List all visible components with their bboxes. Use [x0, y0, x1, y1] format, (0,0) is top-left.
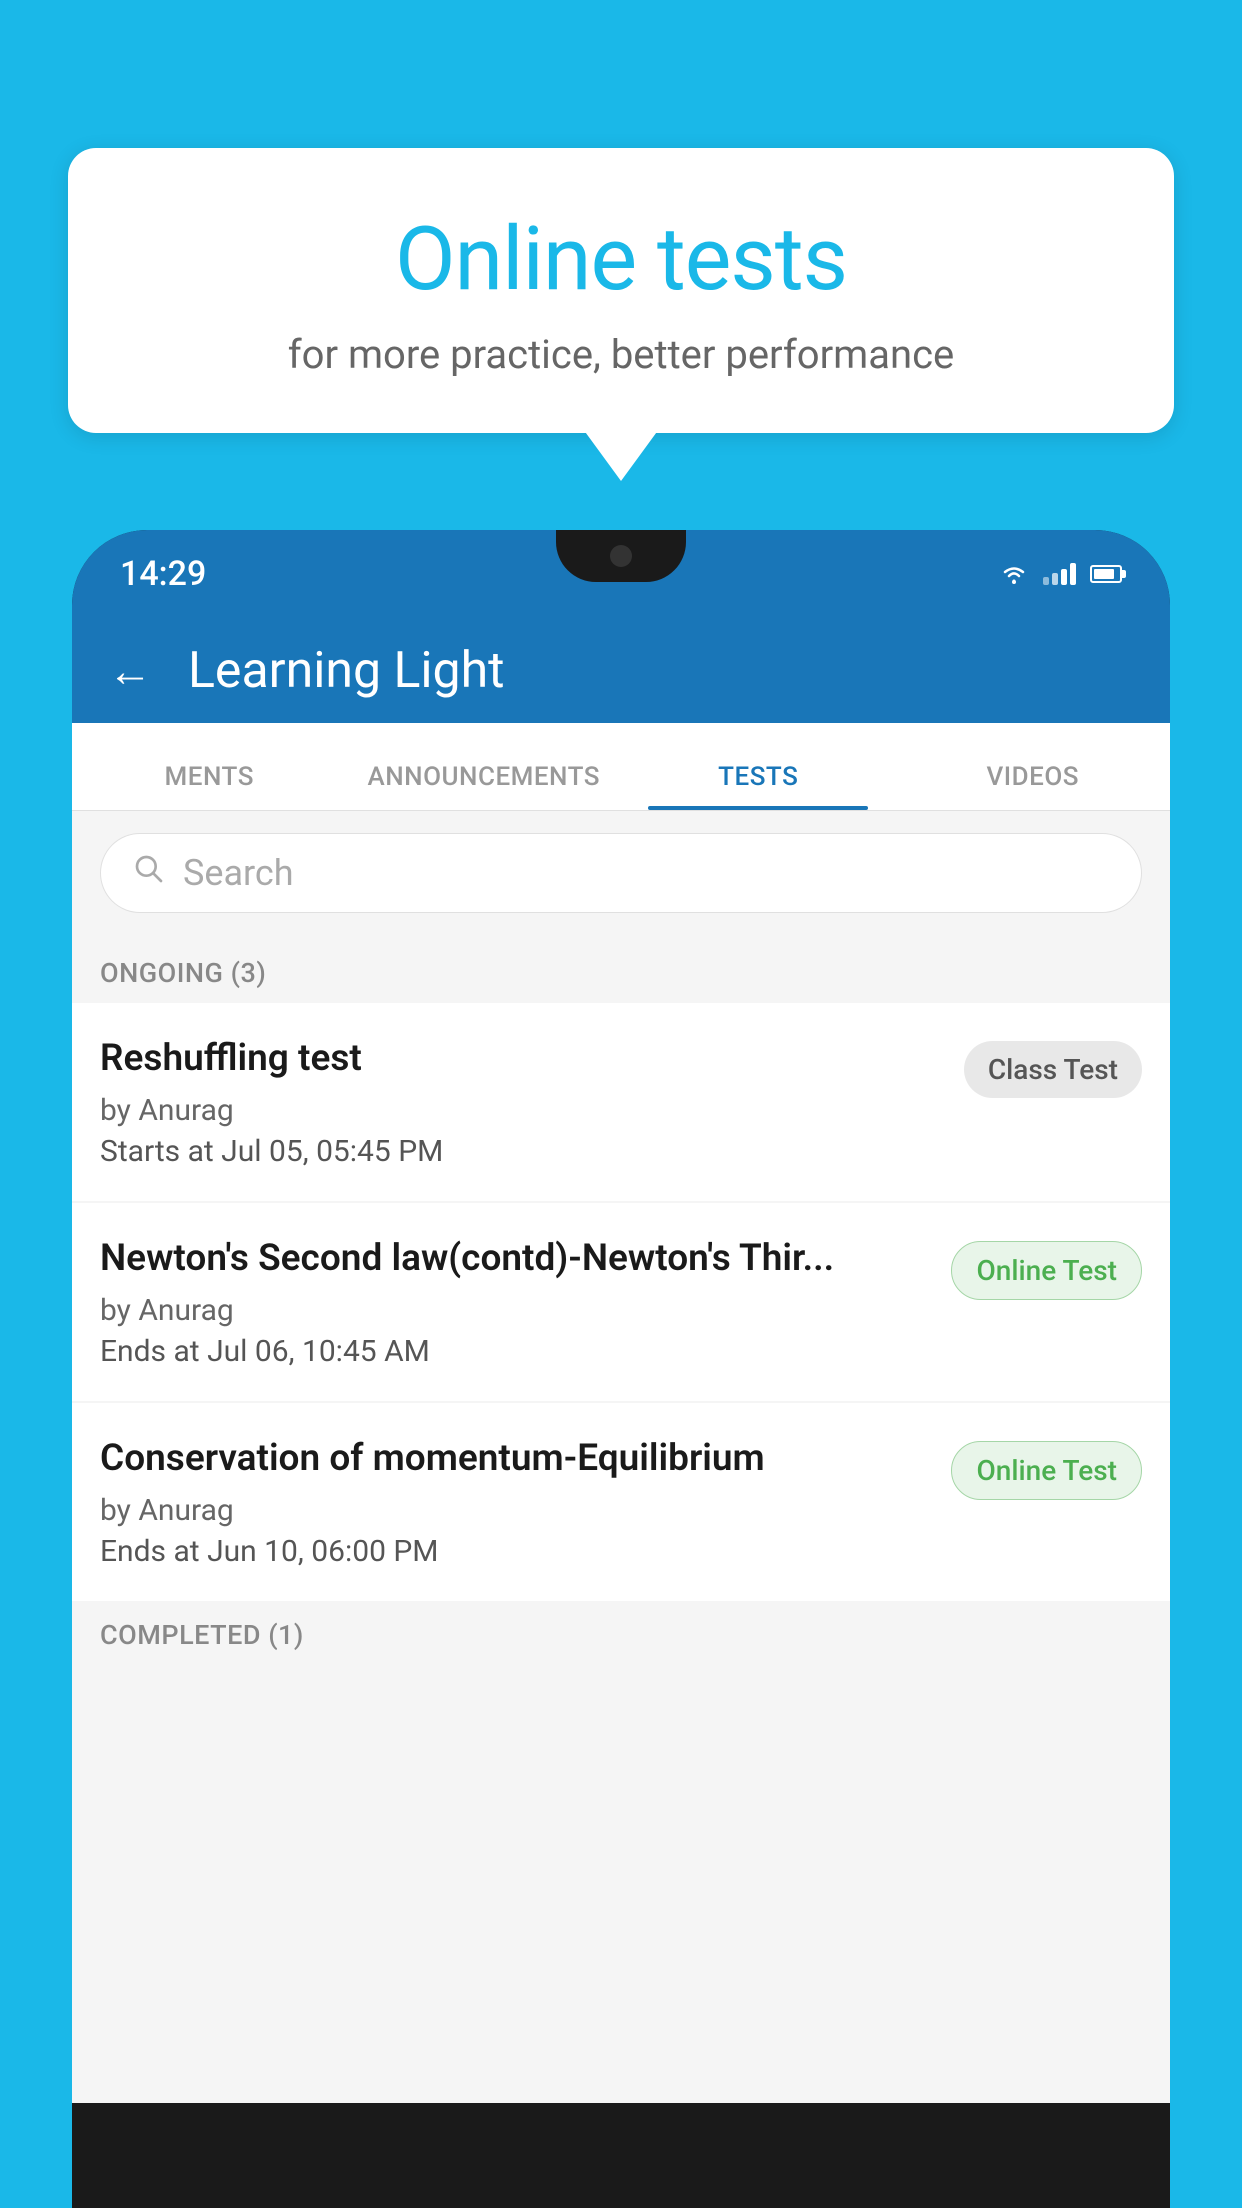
signal-icon	[1043, 563, 1076, 585]
app-header: ← Learning Light	[72, 618, 1170, 723]
status-time: 14:29	[120, 554, 206, 594]
tab-videos[interactable]: VIDEOS	[896, 762, 1171, 810]
test-time-newton: Ends at Jul 06, 10:45 AM	[100, 1334, 931, 1369]
test-by-newton: by Anurag	[100, 1293, 931, 1328]
tab-announcements[interactable]: ANNOUNCEMENTS	[347, 762, 622, 810]
completed-section-header: COMPLETED (1)	[72, 1603, 1170, 1665]
bubble-title: Online tests	[108, 208, 1134, 311]
notch	[556, 530, 686, 582]
badge-online-test-conservation: Online Test	[951, 1441, 1142, 1500]
test-info-conservation: Conservation of momentum-Equilibrium by …	[100, 1435, 931, 1569]
camera-dot	[610, 545, 632, 567]
search-icon	[133, 852, 165, 894]
test-item-conservation[interactable]: Conservation of momentum-Equilibrium by …	[72, 1403, 1170, 1601]
test-by-reshuffling: by Anurag	[100, 1093, 944, 1128]
phone-content: ← Learning Light MENTS ANNOUNCEMENTS TES…	[72, 618, 1170, 2103]
badge-class-test: Class Test	[964, 1041, 1142, 1098]
test-time-reshuffling: Starts at Jul 05, 05:45 PM	[100, 1134, 944, 1169]
tabs-container: MENTS ANNOUNCEMENTS TESTS VIDEOS	[72, 723, 1170, 811]
search-placeholder-text: Search	[183, 852, 294, 894]
search-container: Search	[72, 811, 1170, 935]
tab-ments[interactable]: MENTS	[72, 762, 347, 810]
test-item-newton[interactable]: Newton's Second law(contd)-Newton's Thir…	[72, 1203, 1170, 1401]
app-title: Learning Light	[188, 642, 505, 700]
ongoing-section-header: ONGOING (3)	[72, 935, 1170, 1003]
speech-bubble-container: Online tests for more practice, better p…	[68, 148, 1174, 433]
phone-frame: 14:29	[72, 530, 1170, 2208]
test-name-reshuffling: Reshuffling test	[100, 1035, 944, 1083]
status-bar: 14:29	[72, 530, 1170, 618]
battery-icon	[1090, 565, 1122, 583]
content-area: ONGOING (3) Reshuffling test by Anurag S…	[72, 935, 1170, 2103]
speech-bubble: Online tests for more practice, better p…	[68, 148, 1174, 433]
test-name-conservation: Conservation of momentum-Equilibrium	[100, 1435, 931, 1483]
status-icons	[999, 563, 1122, 585]
badge-online-test-newton: Online Test	[951, 1241, 1142, 1300]
search-input-wrapper[interactable]: Search	[100, 833, 1142, 913]
test-info-reshuffling: Reshuffling test by Anurag Starts at Jul…	[100, 1035, 944, 1169]
test-item-reshuffling[interactable]: Reshuffling test by Anurag Starts at Jul…	[72, 1003, 1170, 1201]
test-info-newton: Newton's Second law(contd)-Newton's Thir…	[100, 1235, 931, 1369]
back-button[interactable]: ←	[108, 645, 152, 697]
test-time-conservation: Ends at Jun 10, 06:00 PM	[100, 1534, 931, 1569]
test-name-newton: Newton's Second law(contd)-Newton's Thir…	[100, 1235, 931, 1283]
test-by-conservation: by Anurag	[100, 1493, 931, 1528]
tab-tests[interactable]: TESTS	[621, 762, 896, 810]
wifi-icon	[999, 563, 1029, 585]
bubble-subtitle: for more practice, better performance	[108, 331, 1134, 378]
